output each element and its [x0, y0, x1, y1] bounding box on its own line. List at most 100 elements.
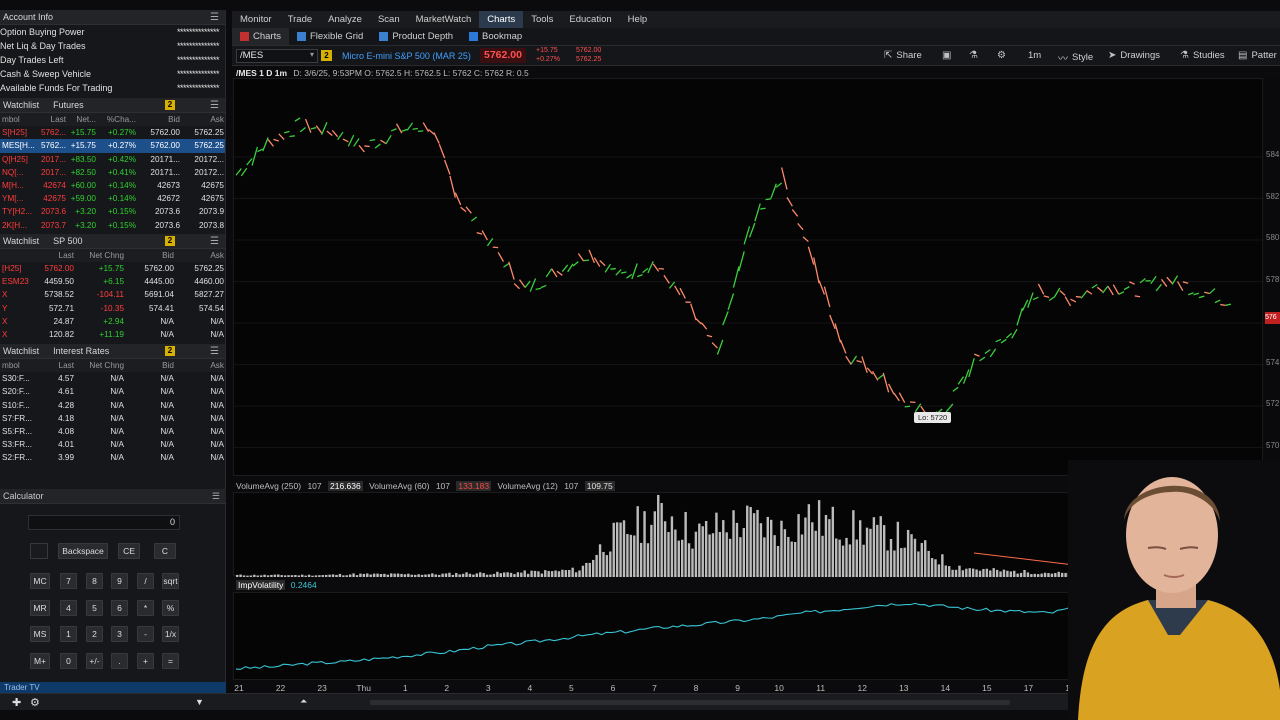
watchlist-sp-header[interactable]: Watchlist SP 500 ⇕ 2 ☰ [0, 233, 225, 249]
interval-button[interactable]: 1m [1028, 50, 1041, 61]
table-row[interactable]: S5:FR... 4.08 N/A N/A N/A [0, 425, 225, 438]
calc-ce-button[interactable]: CE [118, 543, 140, 559]
column-header[interactable]: Last [36, 248, 76, 262]
calc-key-button[interactable]: 5 [86, 600, 103, 616]
table-row[interactable]: S30:F... 4.57 N/A N/A N/A [0, 372, 225, 385]
menu-item-scan[interactable]: Scan [370, 11, 408, 28]
table-row[interactable]: S7:FR... 4.18 N/A N/A N/A [0, 412, 225, 425]
settings-button[interactable]: ⚙ [997, 50, 1010, 61]
snapshot-button[interactable]: ▣ [942, 50, 955, 61]
menu-item-charts[interactable]: Charts [479, 11, 524, 28]
column-header[interactable] [0, 248, 36, 262]
flask-button[interactable]: ⚗ [969, 50, 982, 61]
horizontal-scrollbar[interactable] [370, 700, 1010, 705]
share-button[interactable]: ⇱ Share [884, 50, 922, 61]
dropdown-arrow-icon[interactable]: ▾ [310, 50, 314, 59]
calc-key-button[interactable]: 3 [111, 626, 128, 642]
link-badge-icon[interactable]: 2 [165, 100, 175, 110]
table-row[interactable]: TY[H2... 2073.6 +3.20 +0.15% 2073.6 2073.9 [0, 205, 225, 218]
drawings-button[interactable]: ➤ Drawings [1108, 50, 1160, 61]
gear-icon[interactable]: ⚙ [30, 696, 40, 709]
calc-key-button[interactable]: 8 [86, 573, 103, 589]
column-header[interactable]: Net Chng [76, 248, 126, 262]
calc-key-button[interactable]: MS [30, 626, 50, 642]
calc-key-button[interactable]: 1 [60, 626, 77, 642]
table-row[interactable]: Q[H25] 2017... +83.50 +0.42% 20171... 20172..… [0, 153, 225, 166]
table-row[interactable]: ESM23 4459.50 +6.15 4445.00 4460.00 [0, 275, 225, 288]
column-header[interactable]: Last [36, 113, 68, 127]
price-axis[interactable]: 584 582 580 578 576 574 572 570 [1264, 78, 1280, 476]
calc-key-button[interactable]: 0 [60, 653, 77, 669]
volume-study-label[interactable]: VolumeAvg (250) 107 216.636 VolumeAvg (6… [236, 481, 615, 491]
column-header[interactable]: Net... [68, 113, 98, 127]
table-row[interactable]: X 5738.52 -104.11 5691.04 5827.27 [0, 288, 225, 301]
table-row[interactable]: Y 572.71 -10.35 574.41 574.54 [0, 301, 225, 314]
calc-key-button[interactable]: 9 [111, 573, 128, 589]
table-row[interactable]: X 120.82 +11.19 N/A N/A [0, 328, 225, 341]
symbol-input[interactable]: /MES [236, 49, 318, 63]
table-row[interactable]: S20:F... 4.61 N/A N/A N/A [0, 385, 225, 398]
menu-item-tools[interactable]: Tools [523, 11, 561, 28]
table-row[interactable]: S[H25] 5762... +15.75 +0.27% 5762.00 5762.25 [0, 126, 225, 139]
collapse-icon[interactable]: ⏶ [300, 696, 307, 707]
add-icon[interactable]: ✚ [12, 696, 21, 709]
menu-item-help[interactable]: Help [620, 11, 656, 28]
calc-key-button[interactable]: / [137, 573, 154, 589]
calc-key-button[interactable]: - [137, 626, 154, 642]
column-header[interactable]: Bid [126, 359, 176, 373]
watchlist-futures-header[interactable]: Watchlist Futures ⇕ 2 ☰ [0, 98, 225, 113]
column-header[interactable]: %Cha... [98, 113, 138, 127]
subtab-product-depth[interactable]: Product Depth [371, 28, 461, 45]
iv-study-label[interactable]: ImpVolatility 0.2464 [236, 580, 317, 590]
subtab-flexible-grid[interactable]: Flexible Grid [289, 28, 371, 45]
watchlist-tab-futures[interactable]: Futures [53, 100, 84, 110]
calc-c-button[interactable]: C [154, 543, 176, 559]
subtab-bookmap[interactable]: Bookmap [461, 28, 530, 45]
calc-key-button[interactable]: MR [30, 600, 50, 616]
menu-item-monitor[interactable]: Monitor [232, 11, 280, 28]
table-row[interactable]: M[H... 42674 +60.00 +0.14% 42673 42675 [0, 179, 225, 192]
table-row[interactable]: 2K[H... 2073.7 +3.20 +0.15% 2073.6 2073.8 [0, 219, 225, 232]
calc-key-button[interactable]: . [111, 653, 128, 669]
table-row[interactable]: NQ[... 2017... +82.50 +0.41% 20171... 20172..… [0, 166, 225, 179]
column-header[interactable]: Ask [176, 248, 225, 262]
column-header[interactable]: Last [36, 359, 76, 373]
table-row[interactable]: S2:FR... 3.99 N/A N/A N/A [0, 451, 225, 464]
table-row[interactable]: S10:F... 4.28 N/A N/A N/A [0, 399, 225, 412]
studies-button[interactable]: ⚗ Studies [1180, 50, 1225, 61]
calc-key-button[interactable]: sqrt [162, 573, 179, 589]
table-row[interactable]: YM[... 42675 +59.00 +0.14% 42672 42675 [0, 192, 225, 205]
calc-key-button[interactable]: 6 [111, 600, 128, 616]
menu-icon[interactable]: ☰ [212, 489, 220, 504]
calc-key-button[interactable]: % [162, 600, 179, 616]
column-header[interactable]: Ask [176, 359, 225, 373]
column-header[interactable]: Ask [182, 113, 225, 127]
dropdown-arrow-icon[interactable]: ▼ [195, 697, 204, 707]
calc-key-button[interactable]: = [162, 653, 179, 669]
menu-item-trade[interactable]: Trade [280, 11, 320, 28]
column-header[interactable]: Bid [126, 248, 176, 262]
calc-key-button[interactable]: 4 [60, 600, 77, 616]
menu-item-marketwatch[interactable]: MarketWatch [408, 11, 480, 28]
link-badge-icon[interactable]: 2 [165, 235, 175, 246]
calc-backspace-button[interactable]: Backspace [58, 543, 108, 559]
calc-key-button[interactable]: 2 [86, 626, 103, 642]
column-header[interactable]: mbol [0, 113, 36, 127]
style-button[interactable]: 〰 Style [1058, 50, 1093, 65]
column-header[interactable]: mbol [0, 359, 36, 373]
watchlist-tab-rates[interactable]: Interest Rates [53, 346, 109, 356]
calc-key-button[interactable]: * [137, 600, 154, 616]
menu-item-education[interactable]: Education [561, 11, 619, 28]
menu-icon[interactable]: ☰ [210, 346, 219, 357]
watchlist-tab-sp500[interactable]: SP 500 [53, 236, 82, 246]
menu-item-analyze[interactable]: Analyze [320, 11, 370, 28]
menu-icon[interactable]: ☰ [210, 100, 219, 111]
table-row[interactable]: X 24.87 +2.94 N/A N/A [0, 315, 225, 328]
table-row[interactable]: MES[H... 5762... +15.75 +0.27% 5762.00 5762.2… [0, 139, 225, 153]
patterns-button[interactable]: ▤ Patter [1238, 50, 1277, 61]
calc-key-button[interactable]: 1/x [162, 626, 179, 642]
watchlist-rates-header[interactable]: Watchlist Interest Rates ⇕ 2 ☰ [0, 344, 225, 359]
link-badge-icon[interactable]: 2 [165, 346, 175, 356]
calc-key-button[interactable]: +/- [86, 653, 103, 669]
menu-icon[interactable]: ☰ [210, 236, 219, 247]
